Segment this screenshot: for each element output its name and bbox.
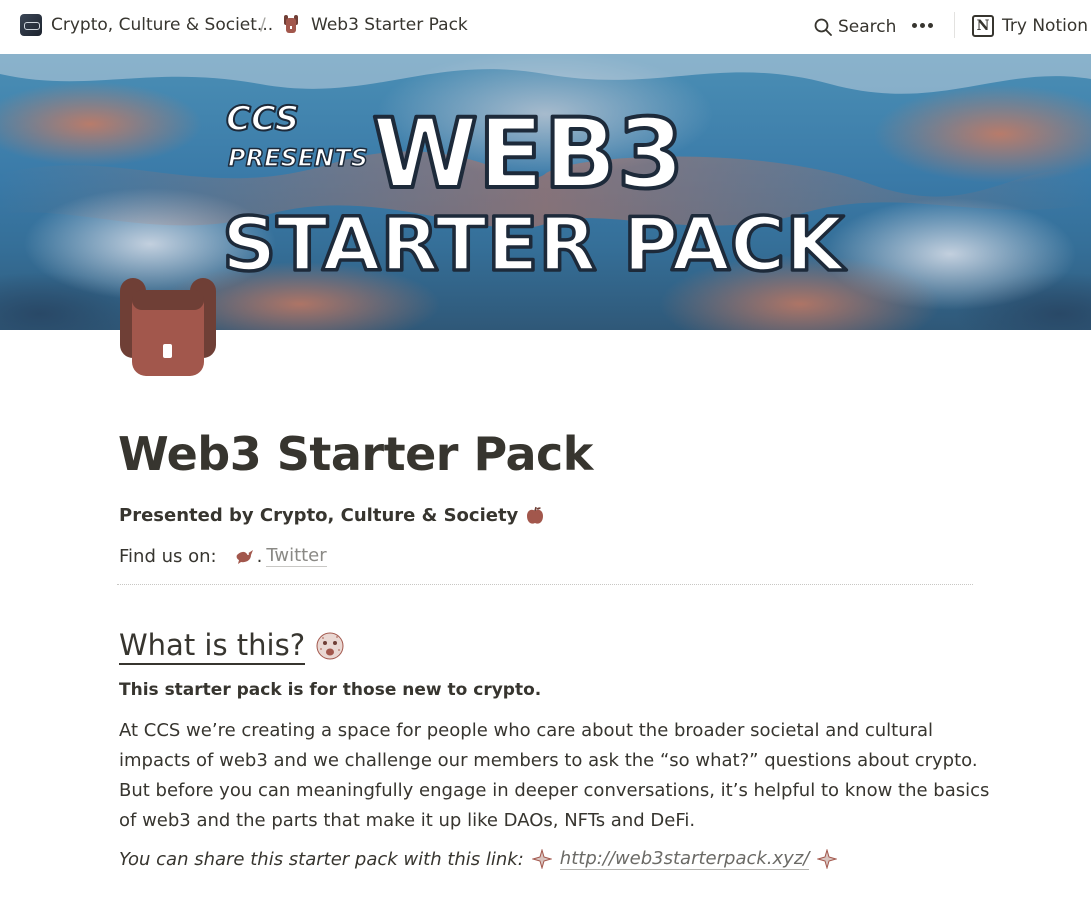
sparkle-icon (817, 849, 838, 869)
bird-icon (236, 550, 253, 564)
section-heading-text: What is this? (119, 627, 306, 665)
face-icon (316, 632, 344, 660)
cover-text-ccs: CCS (226, 99, 299, 139)
topbar-divider (954, 12, 955, 38)
try-notion-label: Try Notion (1002, 16, 1089, 36)
divider (117, 584, 973, 585)
backpack-icon (284, 15, 298, 33)
intro-line: At CCS we’re creating a space for people… (119, 720, 934, 741)
share-line: You can share this starter pack with thi… (119, 848, 838, 870)
share-link[interactable]: http://web3starterpack.xyz/ (559, 848, 810, 870)
cover-text-presents: PRESENTS (228, 144, 368, 172)
twitter-prefix: . (256, 545, 263, 567)
top-bar: Crypto, Culture & Societ... / Web3 Start… (0, 0, 1091, 54)
search-label: Search (838, 17, 897, 37)
twitter-link[interactable]: Twitter (266, 545, 327, 567)
more-options-icon[interactable] (906, 12, 938, 38)
cover-text-starter-pack: STARTER PACK (222, 202, 847, 288)
apple-icon (527, 506, 544, 524)
intro-line: impacts of web3 and we challenge our mem… (119, 750, 978, 771)
share-text: You can share this starter pack with thi… (119, 848, 524, 870)
workspace-icon[interactable] (20, 14, 42, 36)
try-notion-button[interactable]: N Try Notion (972, 13, 1088, 39)
intro-line: of web3 and the parts that make it up li… (119, 810, 696, 831)
breadcrumb-separator: / (260, 15, 266, 35)
search-button[interactable]: Search (814, 14, 896, 40)
presented-by: Presented by Crypto, Culture & Society (119, 505, 544, 526)
find-us-label: Find us on: (119, 545, 217, 567)
page-title: Web3 Starter Pack (118, 427, 593, 481)
intro-bold-paragraph: This starter pack is for those new to cr… (119, 680, 542, 700)
section-heading: What is this? (119, 627, 345, 665)
find-us-line: Find us on: . Twitter (119, 545, 327, 567)
intro-line: But before you can meaningfully engage i… (119, 780, 990, 801)
intro-paragraph: At CCS we’re creating a space for people… (119, 716, 990, 836)
cover-text-web3: WEB3 (372, 98, 684, 210)
breadcrumb-current[interactable]: Web3 Starter Pack (311, 15, 468, 35)
notion-logo-icon: N (972, 15, 994, 37)
sparkle-icon (531, 849, 552, 869)
backpack-icon (120, 278, 216, 376)
breadcrumb-parent[interactable]: Crypto, Culture & Societ... (51, 15, 273, 35)
search-icon (814, 18, 832, 36)
presented-by-text: Presented by Crypto, Culture & Society (119, 505, 519, 526)
